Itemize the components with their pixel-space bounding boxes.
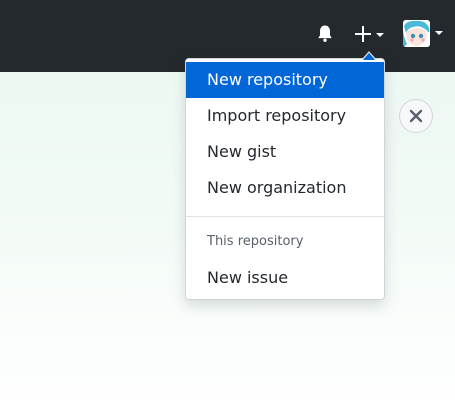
menu-item-new-gist[interactable]: New gist [186, 134, 384, 170]
avatar [403, 20, 430, 47]
close-icon [409, 109, 423, 123]
plus-icon [355, 26, 371, 42]
menu-item-new-organization[interactable]: New organization [186, 170, 384, 206]
create-new-button[interactable] [351, 22, 387, 46]
avatar-image [403, 20, 430, 47]
caret-down-icon [435, 31, 443, 35]
menu-divider [186, 216, 384, 217]
bell-icon [318, 25, 332, 42]
dismiss-button[interactable] [399, 99, 433, 133]
menu-item-import-repository[interactable]: Import repository [186, 98, 384, 134]
create-new-dropdown: New repository Import repository New gis… [185, 51, 385, 300]
caret-down-icon [376, 33, 384, 37]
menu-item-new-issue[interactable]: New issue [186, 260, 384, 296]
user-menu-button[interactable] [403, 20, 447, 48]
menu-item-new-repository[interactable]: New repository [186, 62, 384, 98]
menu-section-header: This repository [207, 234, 304, 249]
notifications-button[interactable] [313, 22, 337, 46]
